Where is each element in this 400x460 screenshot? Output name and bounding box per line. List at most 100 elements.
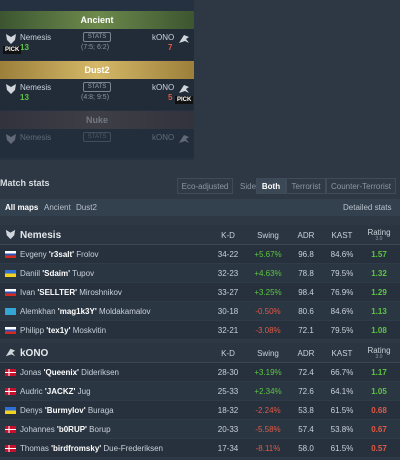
map-filter-bar: All maps Ancient Dust2 Detailed stats [0, 199, 400, 216]
map-name: Dust2 [84, 65, 110, 75]
player-kd: 32-23 [217, 269, 239, 278]
player-kd: 17-34 [217, 444, 239, 453]
player-swing: -0.50% [255, 307, 281, 316]
player-row[interactable]: Jonas 'Queenix' Dideriksen 28-30 +3.19% … [0, 363, 400, 382]
player-kd: 34-22 [217, 250, 239, 259]
map-banner: Dust2 [0, 61, 194, 79]
player-name[interactable]: Denys 'Burmylov' Buraga [20, 406, 114, 415]
map-name: Ancient [80, 15, 114, 25]
player-name[interactable]: Ivan 'SELLTER' Miroshnikov [20, 288, 122, 297]
player-adr: 98.4 [298, 288, 314, 297]
team-stats-table-nemesis: Nemesis K-D Swing ADR KAST Rating 3.0 Evg… [0, 225, 400, 340]
player-rating: 0.57 [371, 444, 387, 453]
player-swing: -5.58% [255, 425, 281, 434]
nemesis-logo-icon [6, 34, 16, 44]
map-banner: Ancient [0, 11, 194, 29]
filter-all-maps[interactable]: All maps [5, 203, 38, 212]
player-swing: +2.34% [254, 387, 282, 396]
player-kd: 30-18 [217, 307, 239, 316]
stats-button[interactable]: STATS [83, 82, 111, 92]
filter-dust2[interactable]: Dust2 [76, 203, 97, 212]
player-name[interactable]: Jonas 'Queenix' Dideriksen [20, 368, 119, 377]
player-kast: 79.5% [330, 326, 354, 335]
player-row[interactable]: Johannes 'b0RUP' Borup 20-33 -5.58% 57.4… [0, 420, 400, 439]
flag-dk-icon [5, 426, 16, 433]
map-card-dust2[interactable]: Dust2 Nemesis 13 STATS (4:8; 9:5) kONO 5… [0, 61, 194, 110]
player-kast: 66.7% [330, 368, 354, 377]
player-swing: -3.08% [255, 326, 281, 335]
player-swing: +3.25% [254, 288, 282, 297]
col-swing: Swing [257, 349, 279, 358]
player-kast: 76.9% [330, 288, 354, 297]
player-name[interactable]: Daniil 'Sdaim' Tupov [20, 269, 94, 278]
kono-logo-icon [5, 348, 16, 357]
player-kast: 84.6% [330, 250, 354, 259]
player-adr: 72.1 [298, 326, 314, 335]
team2-score: 7 [168, 43, 173, 52]
player-row[interactable]: Audric 'JACKZ' Jug 25-33 +2.34% 72.6 64.… [0, 382, 400, 401]
pick-badge: PICK [3, 46, 22, 54]
col-kd: K-D [221, 349, 235, 358]
player-row[interactable]: Ivan 'SELLTER' Miroshnikov 33-27 +3.25% … [0, 283, 400, 302]
map-name: Nuke [85, 115, 108, 125]
player-rating: 0.68 [371, 406, 387, 415]
player-name[interactable]: Thomas 'birdfromsky' Due-Frederiksen [20, 444, 163, 453]
match-stats-title: Match stats [0, 178, 50, 188]
flag-ru-icon [5, 327, 16, 334]
player-kast: 64.1% [330, 387, 354, 396]
player-row[interactable]: Daniil 'Sdaim' Tupov 32-23 +4.63% 78.8 7… [0, 264, 400, 283]
player-name[interactable]: Philipp 'tex1y' Moskvitin [20, 326, 106, 335]
eco-adjusted-toggle[interactable]: Eco-adjusted [177, 178, 233, 194]
half-scores: (4:8; 9:5) [81, 94, 110, 101]
player-row[interactable]: Philipp 'tex1y' Moskvitin 32-21 -3.08% 7… [0, 321, 400, 340]
map-card-nuke: Nuke Nemesis STATS kONO [0, 111, 194, 160]
player-rating: 0.67 [371, 425, 387, 434]
player-swing: -2.24% [255, 406, 281, 415]
kono-logo-icon [179, 85, 189, 93]
player-row[interactable]: Denys 'Burmylov' Buraga 18-32 -2.24% 53.… [0, 401, 400, 420]
side-terrorist-button[interactable]: Terrorist [286, 178, 326, 194]
player-kd: 20-33 [217, 425, 239, 434]
col-rating: Rating 3.0 [367, 228, 391, 242]
player-swing: +5.67% [254, 250, 282, 259]
team2-name: kONO [152, 133, 175, 142]
player-name[interactable]: Johannes 'b0RUP' Borup [20, 425, 111, 434]
player-kast: 79.5% [330, 269, 354, 278]
kono-logo-icon [179, 135, 189, 143]
player-rating: 1.17 [371, 368, 387, 377]
col-kast: KAST [331, 349, 353, 358]
nemesis-logo-icon [6, 84, 16, 94]
flag-ru-icon [5, 251, 16, 258]
stats-button: STATS [83, 132, 111, 142]
player-kd: 32-21 [217, 326, 239, 335]
side-label: Side [240, 182, 257, 191]
map-card-ancient[interactable]: Ancient Nemesis 13 PICK STATS (7:5; 6:2)… [0, 11, 194, 60]
team-stats-table-kono: kONO K-D Swing ADR KAST Rating 3.0 Jonas … [0, 343, 400, 458]
detailed-stats-link[interactable]: Detailed stats [343, 203, 391, 212]
player-adr: 72.6 [298, 387, 314, 396]
stats-button[interactable]: STATS [83, 32, 111, 42]
player-row[interactable]: Evgeny 'r3salt' Frolov 34-22 +5.67% 96.8… [0, 245, 400, 264]
player-kast: 84.6% [330, 307, 354, 316]
player-kast: 61.5% [330, 406, 354, 415]
player-row[interactable]: Thomas 'birdfromsky' Due-Frederiksen 17-… [0, 439, 400, 458]
col-swing: Swing [257, 231, 279, 240]
player-adr: 80.6 [298, 307, 314, 316]
side-counter-terrorist-button[interactable]: Counter-Terrorist [326, 178, 396, 194]
player-name[interactable]: Alemkhan 'mag1k3Y' Moldakamalov [20, 307, 151, 316]
side-both-button[interactable]: Both [256, 178, 286, 194]
player-kd: 33-27 [217, 288, 239, 297]
filter-ancient[interactable]: Ancient [44, 203, 71, 212]
flag-dk-icon [5, 388, 16, 395]
player-rating: 1.29 [371, 288, 387, 297]
col-rating: Rating 3.0 [367, 346, 391, 360]
pick-badge: PICK [175, 96, 194, 104]
table-header: Nemesis K-D Swing ADR KAST Rating 3.0 [0, 225, 400, 245]
player-name[interactable]: Audric 'JACKZ' Jug [20, 387, 91, 396]
map-results: Ancient Nemesis 13 PICK STATS (7:5; 6:2)… [0, 0, 194, 160]
player-row[interactable]: Alemkhan 'mag1k3Y' Moldakamalov 30-18 -0… [0, 302, 400, 321]
col-kd: K-D [221, 231, 235, 240]
player-name[interactable]: Evgeny 'r3salt' Frolov [20, 250, 99, 259]
flag-ru-icon [5, 289, 16, 296]
player-rows: Evgeny 'r3salt' Frolov 34-22 +5.67% 96.8… [0, 245, 400, 340]
